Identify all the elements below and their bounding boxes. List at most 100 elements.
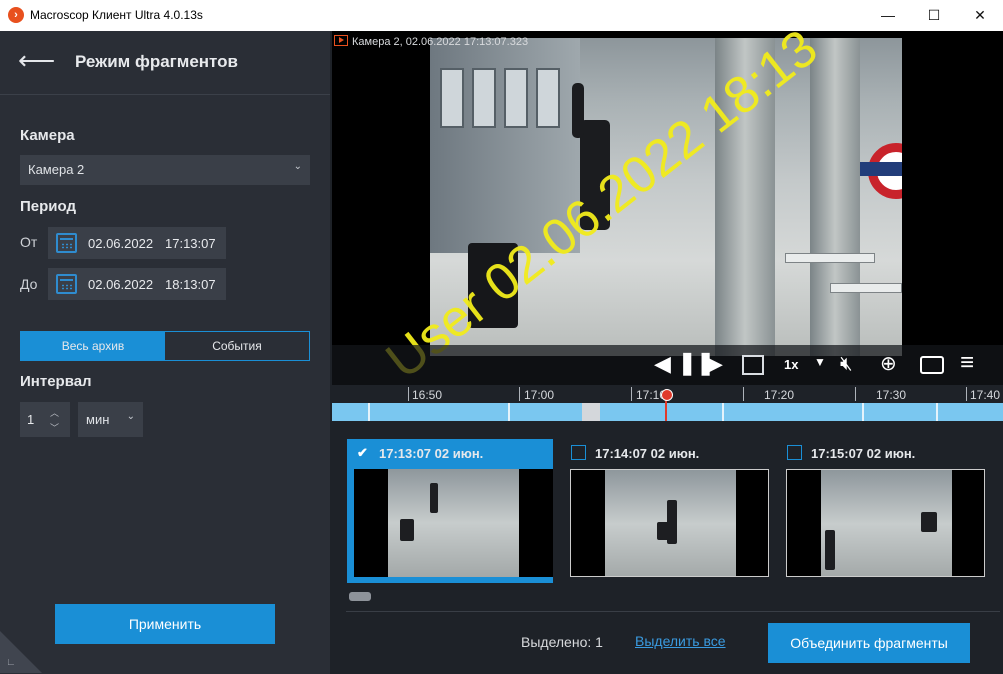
maximize-button[interactable]: ☐ bbox=[911, 0, 957, 31]
select-all-link[interactable]: Выделить все bbox=[635, 633, 726, 649]
from-date: 02.06.2022 bbox=[88, 236, 154, 251]
archive-mode-tabs: Весь архив События bbox=[20, 331, 310, 361]
interval-label: Интервал bbox=[20, 373, 92, 390]
checkbox-icon[interactable] bbox=[571, 445, 586, 460]
video-train-window bbox=[504, 68, 528, 128]
from-datetime-field[interactable]: 02.06.2022 17:13:07 bbox=[48, 227, 226, 259]
fragment-thumbnail[interactable] bbox=[786, 469, 985, 577]
calendar-icon[interactable] bbox=[742, 355, 764, 375]
to-time: 18:13:07 bbox=[165, 277, 216, 292]
next-frame-icon[interactable]: ▶ bbox=[706, 351, 723, 377]
tab-all-archive[interactable]: Весь архив bbox=[21, 332, 165, 360]
prev-frame-icon[interactable]: ◀ bbox=[654, 351, 671, 377]
interval-stepper[interactable]: 1 ︿ ﹀ bbox=[20, 402, 70, 437]
interval-value: 1 bbox=[27, 412, 35, 427]
window-title: Macroscop Клиент Ultra 4.0.13s bbox=[30, 8, 203, 22]
fragment-thumbnail[interactable] bbox=[570, 469, 769, 577]
timeline-tick-label: 17:30 bbox=[876, 388, 907, 402]
timeline-tick bbox=[519, 387, 520, 401]
timeline-no-record bbox=[582, 403, 600, 421]
timeline-tick bbox=[631, 387, 632, 401]
timeline-tick-label: 17:40 bbox=[970, 388, 1001, 402]
timeline-tick-label: 17:00 bbox=[524, 388, 555, 402]
fragment-thumbnail-image bbox=[821, 470, 952, 576]
to-datetime-field[interactable]: 02.06.2022 18:13:07 bbox=[48, 268, 226, 300]
mute-icon[interactable]: 🔇︎ bbox=[840, 353, 853, 376]
menu-icon[interactable]: ≡ bbox=[960, 349, 974, 377]
chevron-down-icon: ⌄ bbox=[126, 411, 135, 422]
tab-events[interactable]: События bbox=[165, 332, 309, 360]
video-person bbox=[572, 83, 584, 138]
stepper-up-icon[interactable]: ︿ bbox=[50, 406, 59, 419]
speed-value[interactable]: 1x bbox=[784, 357, 798, 372]
minimize-button[interactable]: — bbox=[865, 0, 911, 31]
video-pillar bbox=[715, 38, 775, 356]
resize-grip-icon: ∟ bbox=[6, 657, 16, 668]
speed-chevron-icon[interactable]: ▼ bbox=[814, 355, 826, 369]
video-train-window bbox=[440, 68, 464, 128]
checkbox-icon[interactable] bbox=[787, 445, 802, 460]
video-suitcase bbox=[468, 243, 518, 328]
horizontal-scrollbar[interactable] bbox=[349, 592, 371, 601]
fragment-header: 17:14:07 02 июн. bbox=[563, 439, 769, 465]
fragment-thumbnail[interactable] bbox=[354, 469, 553, 577]
timeline[interactable]: 16:50 17:00 17:10 17:20 17:30 17:40 bbox=[332, 385, 1003, 421]
video-frame bbox=[430, 38, 902, 356]
video-person bbox=[580, 120, 610, 230]
timeline-segment-gap bbox=[722, 403, 724, 421]
fragment-time: 17:13:07 02 июн. bbox=[379, 446, 484, 461]
fragments-panel: ✔ 17:13:07 02 июн. 17:14:07 02 июн. 17:1… bbox=[332, 421, 1003, 674]
fragment-header: ✔ 17:13:07 02 июн. bbox=[347, 439, 553, 465]
fragment-thumbnail-image bbox=[605, 470, 736, 576]
thumb-person bbox=[430, 483, 438, 513]
fragment-time: 17:15:07 02 июн. bbox=[811, 446, 916, 461]
thumb-suitcase bbox=[400, 519, 414, 541]
back-arrow-icon[interactable]: ⟵ bbox=[18, 45, 55, 76]
video-roundel-bar bbox=[860, 162, 902, 176]
period-label: Период bbox=[20, 198, 76, 215]
video-pillar bbox=[810, 38, 860, 356]
stepper-down-icon[interactable]: ﹀ bbox=[50, 421, 59, 434]
camera-label: Камера bbox=[20, 127, 75, 144]
fragment-card[interactable]: ✔ 17:13:07 02 июн. bbox=[347, 439, 553, 583]
title-bar: › Macroscop Клиент Ultra 4.0.13s — ☐ ✕ bbox=[0, 0, 1003, 31]
from-time: 17:13:07 bbox=[165, 236, 216, 251]
to-date: 02.06.2022 bbox=[88, 277, 154, 292]
camera-select[interactable]: Камера 2 ⌄ bbox=[20, 155, 310, 185]
fragment-card[interactable]: 17:15:07 02 июн. bbox=[779, 439, 985, 583]
fragment-time: 17:14:07 02 июн. bbox=[595, 446, 700, 461]
timeline-segment-gap bbox=[936, 403, 938, 421]
checkbox-checked-icon[interactable]: ✔ bbox=[355, 445, 370, 460]
live-indicator-icon bbox=[334, 35, 348, 46]
page-title: Режим фрагментов bbox=[75, 52, 238, 71]
interval-unit-value: мин bbox=[86, 412, 110, 427]
timeline-segment-gap bbox=[862, 403, 864, 421]
video-bench bbox=[785, 253, 875, 263]
timeline-tick-label: 17:20 bbox=[764, 388, 795, 402]
timeline-tick bbox=[743, 387, 744, 401]
camera-select-value: Камера 2 bbox=[28, 162, 85, 177]
fragment-header: 17:15:07 02 июн. bbox=[779, 439, 985, 465]
snapshot-icon[interactable] bbox=[920, 356, 944, 374]
timeline-tick-label: 16:50 bbox=[412, 388, 443, 402]
player-controls: ◀ ❚❚ ▶ 1x ▼ 🔇︎ ⊕ ≡ bbox=[332, 345, 1003, 385]
timeline-tick bbox=[855, 387, 856, 401]
timeline-track[interactable] bbox=[332, 403, 1003, 421]
chevron-down-icon: ⌄ bbox=[293, 161, 302, 172]
calendar-icon[interactable] bbox=[56, 274, 77, 294]
merge-fragments-button[interactable]: Объединить фрагменты bbox=[768, 623, 970, 663]
video-player[interactable]: Камера 2, 02.06.2022 17:13:07.323 bbox=[332, 31, 1003, 385]
fragment-card[interactable]: 17:14:07 02 июн. bbox=[563, 439, 769, 583]
fragment-thumbnail-image bbox=[388, 469, 519, 577]
from-label: От bbox=[20, 234, 38, 250]
close-button[interactable]: ✕ bbox=[957, 0, 1003, 31]
video-train-window bbox=[536, 68, 560, 128]
calendar-icon[interactable] bbox=[56, 233, 77, 253]
zoom-in-icon[interactable]: ⊕ bbox=[880, 351, 897, 376]
interval-unit-select[interactable]: мин ⌄ bbox=[78, 402, 143, 437]
sidebar-header: ⟵ Режим фрагментов bbox=[0, 31, 330, 95]
apply-button[interactable]: Применить bbox=[55, 604, 275, 644]
video-train-window bbox=[472, 68, 496, 128]
app-logo-icon: › bbox=[8, 7, 24, 23]
timeline-playhead[interactable] bbox=[661, 389, 673, 421]
